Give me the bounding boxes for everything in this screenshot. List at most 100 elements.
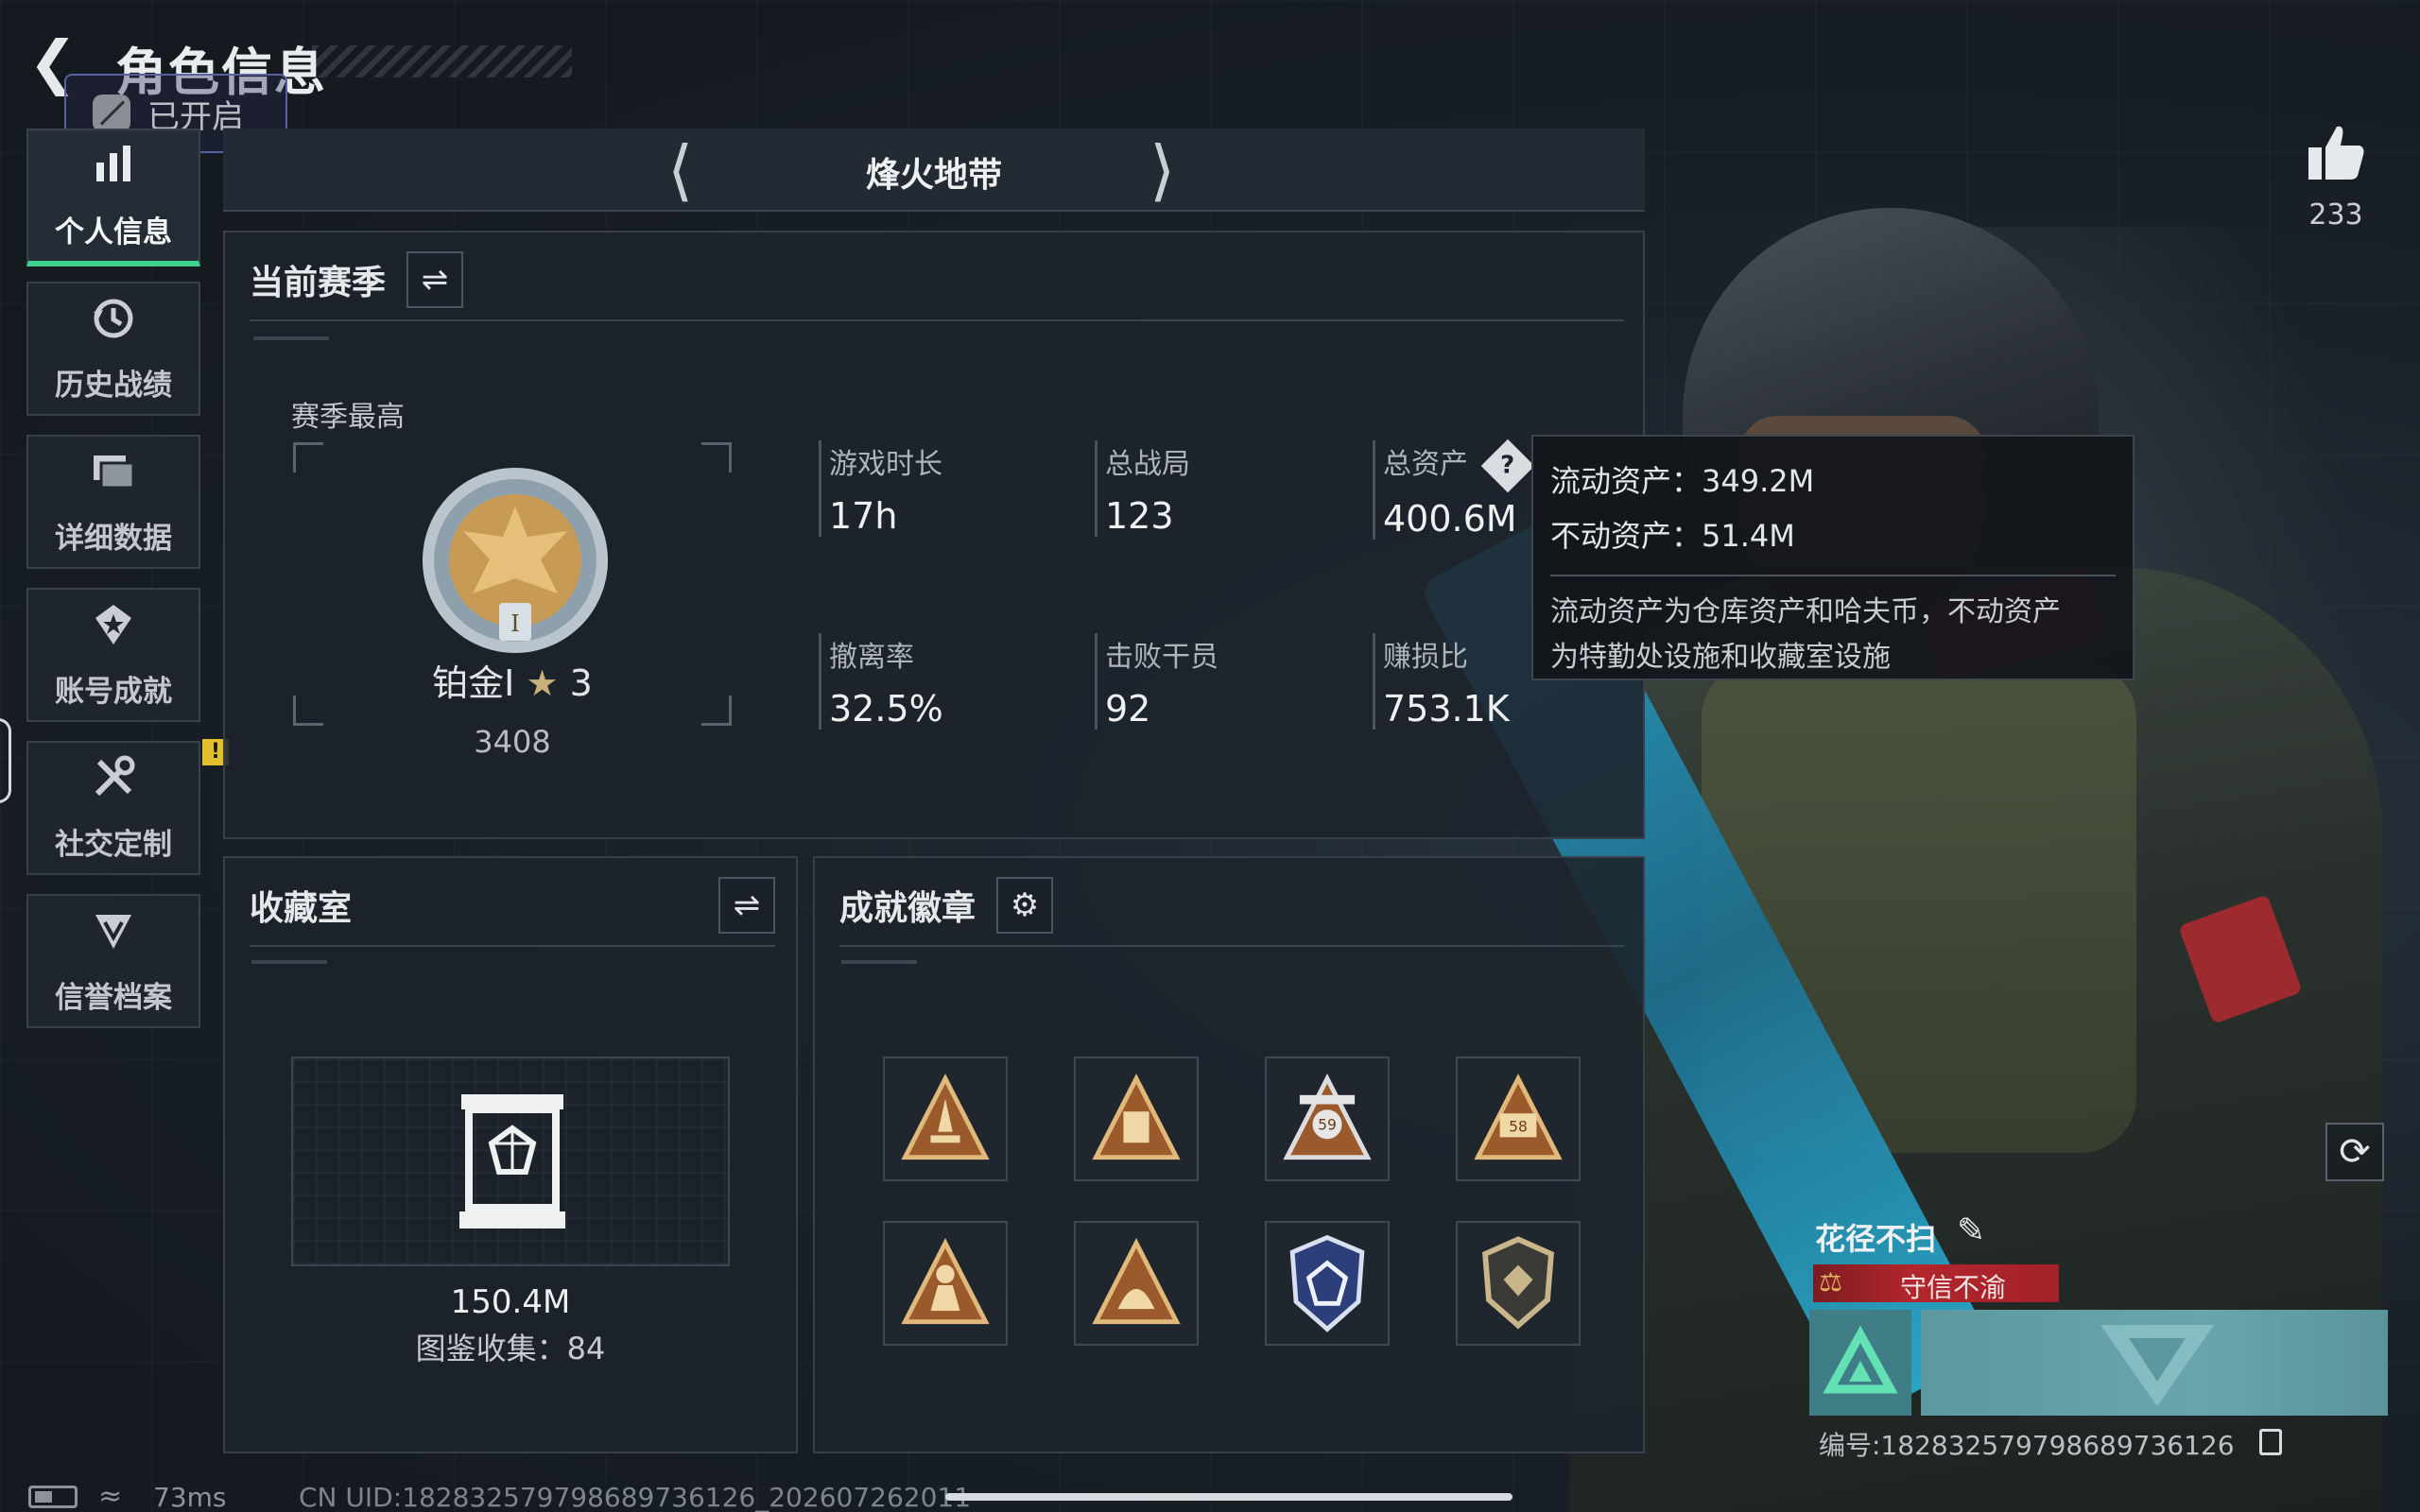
vault-display <box>291 1057 730 1266</box>
stat-label-row: 总资产? <box>1383 438 1535 492</box>
vault-value: 150.4M <box>450 1283 571 1321</box>
season-title: 当前赛季 <box>250 264 387 302</box>
gear-icon: ⚙ <box>1010 886 1040 924</box>
stat-value: 123 <box>1105 495 1174 537</box>
badge-panel: 成就徽章 ⚙ 59 58 <box>813 856 1645 1453</box>
switch-vault-button[interactable]: ⇌ <box>718 877 775 934</box>
badge-title: 成就徽章 <box>839 889 977 928</box>
badge-58-icon[interactable]: 58 <box>1456 1057 1581 1181</box>
footer-uid: CN UID:1828325797986897361​26_2026072620… <box>299 1482 972 1512</box>
sidebar-item-details[interactable]: 详细数据 <box>26 435 200 569</box>
faction-logo-icon <box>2100 1325 2214 1406</box>
svg-text:59: 59 <box>1318 1117 1337 1134</box>
swap-icon: ⇌ <box>421 261 449 299</box>
sidebar-item-label: 账号成就 <box>55 674 172 709</box>
rank-name-row: 铂金Ⅰ ★ 3 <box>293 654 732 706</box>
rank-score: 3408 <box>474 724 551 760</box>
tooltip-desc-line1: 流动资产为仓库资产和哈夫币，不动资产 <box>1550 595 2061 628</box>
thumbs-up-icon[interactable] <box>2303 119 2369 185</box>
home-indicator[interactable] <box>945 1493 1512 1501</box>
stat-label: 击败干员 <box>1105 641 1219 674</box>
badge-cargo-icon[interactable] <box>1074 1057 1199 1181</box>
stat-label: 总战局 <box>1105 448 1190 481</box>
sidebar: 个人信息 历史战绩 详细数据 账号成就 ! 社交定制 信誉档案 <box>26 129 229 1047</box>
stat-label: 游戏时长 <box>829 448 942 481</box>
sidebar-item-label: 历史战绩 <box>55 368 172 403</box>
rotate-view-button[interactable]: ⟳ <box>2325 1123 2384 1181</box>
stat-value: 17h <box>829 495 898 537</box>
rotate-icon: ⟳ <box>2339 1130 2371 1174</box>
assets-tooltip: 流动资产：349.2M 不动资产：51.4M 流动资产为仓库资产和哈夫币，不动资… <box>1531 435 2135 680</box>
tooltip-desc-line2: 为特勤处设施和收藏室设施 <box>1550 641 1891 674</box>
stat-label: 总资产 <box>1383 448 1468 481</box>
stat-label: 赚损比 <box>1383 641 1468 674</box>
team-banner[interactable] <box>1921 1310 2388 1416</box>
triangle-logo-icon <box>1823 1325 1898 1394</box>
vault-panel[interactable]: 收藏室 ⇌ 150.4M 图鉴收集：84 <box>223 856 798 1453</box>
player-card: 花径不扫 ✎ ⚖ 守信不渝 <box>1807 1206 2388 1433</box>
stat-label: 撤离率 <box>829 641 914 674</box>
star-icon: ★ <box>526 662 559 704</box>
stat-value: 32.5% <box>829 688 943 730</box>
stat-operators-defeated: 击败干员 92 <box>1095 633 1219 730</box>
season-panel: 当前赛季 ⇌ 赛季最高 I 铂金Ⅰ ★ 3 3408 游戏时长 17h 总战局 … <box>223 231 1645 839</box>
credit-icon <box>90 907 137 964</box>
visibility-icon <box>93 94 130 132</box>
display-case-icon <box>459 1094 565 1228</box>
sidebar-item-social[interactable]: ! 社交定制 <box>26 739 229 875</box>
drawer-handle[interactable] <box>0 718 11 803</box>
sidebar-item-label: 个人信息 <box>55 215 172 249</box>
sidebar-item-label: 详细数据 <box>55 521 172 556</box>
rank-stars: 3 <box>569 662 593 704</box>
stat-matches: 总战局 123 <box>1095 440 1190 537</box>
copy-icon[interactable] <box>2259 1429 2282 1455</box>
edit-name-icon[interactable]: ✎ <box>1957 1211 1985 1250</box>
badge-crest-icon[interactable] <box>1456 1221 1581 1346</box>
rank-display: I 铂金Ⅰ ★ 3 <box>293 442 732 726</box>
title-decoration <box>312 45 572 77</box>
team-emblem[interactable] <box>1809 1310 1911 1416</box>
switch-season-button[interactable]: ⇌ <box>406 251 464 308</box>
sidebar-item-achievements[interactable]: 账号成就 <box>26 588 200 722</box>
rank-name: 铂金Ⅰ <box>432 662 515 704</box>
stat-playtime: 游戏时长 17h <box>819 440 942 537</box>
badge-soldier-icon[interactable] <box>883 1221 1008 1346</box>
mode-selector: ⟨ 烽火地带 ⟩ <box>223 129 1645 212</box>
fixed-assets: 不动资产：51.4M <box>1550 518 1795 554</box>
badge-59-icon[interactable]: 59 <box>1265 1057 1390 1181</box>
achievement-icon <box>90 601 137 658</box>
stat-value: 753.1K <box>1383 688 1510 730</box>
player-title-tag[interactable]: ⚖ 守信不渝 <box>1813 1264 2059 1303</box>
season-best-label: 赛季最高 <box>291 401 405 434</box>
player-title: 守信不渝 <box>1899 1272 2006 1303</box>
vault-title: 收藏室 <box>250 889 353 928</box>
vault-collection: 图鉴收集：84 <box>415 1331 606 1366</box>
liquid-assets: 流动资产：349.2M <box>1550 463 1815 499</box>
next-mode-button[interactable]: ⟩ <box>1150 132 1175 208</box>
bar-chart-icon <box>91 142 136 198</box>
stat-value: 400.6M <box>1383 497 1517 540</box>
sidebar-item-history[interactable]: 历史战绩 <box>26 282 200 416</box>
sidebar-item-label: 社交定制 <box>55 827 172 862</box>
help-icon[interactable]: ? <box>1480 438 1535 492</box>
tools-icon <box>90 754 137 811</box>
badge-shield-crown-icon[interactable] <box>1265 1221 1390 1346</box>
badge-siren-icon[interactable] <box>1074 1221 1199 1346</box>
svg-text:I: I <box>510 610 519 637</box>
stat-profit-ratio: 赚损比 753.1K <box>1373 633 1510 730</box>
folder-icon <box>90 448 137 505</box>
mode-title: 烽火地带 <box>865 156 1002 195</box>
swap-icon: ⇌ <box>733 886 761 924</box>
player-uid: 编号:1828325797986897361​26 <box>1819 1430 2235 1461</box>
sidebar-item-credit[interactable]: 信誉档案 <box>26 894 200 1028</box>
svg-text:58: 58 <box>1509 1119 1528 1136</box>
stat-total-assets: 总资产? 400.6M <box>1373 438 1535 540</box>
sidebar-item-profile[interactable]: 个人信息 <box>26 129 200 266</box>
badge-rocket-icon[interactable] <box>883 1057 1008 1181</box>
battery-icon <box>28 1486 78 1508</box>
ping-value: 73ms <box>153 1482 227 1512</box>
player-name: 花径不扫 <box>1815 1221 1937 1257</box>
history-icon <box>90 295 137 352</box>
wifi-icon: ≈ <box>98 1480 123 1512</box>
badge-settings-button[interactable]: ⚙ <box>996 877 1054 934</box>
